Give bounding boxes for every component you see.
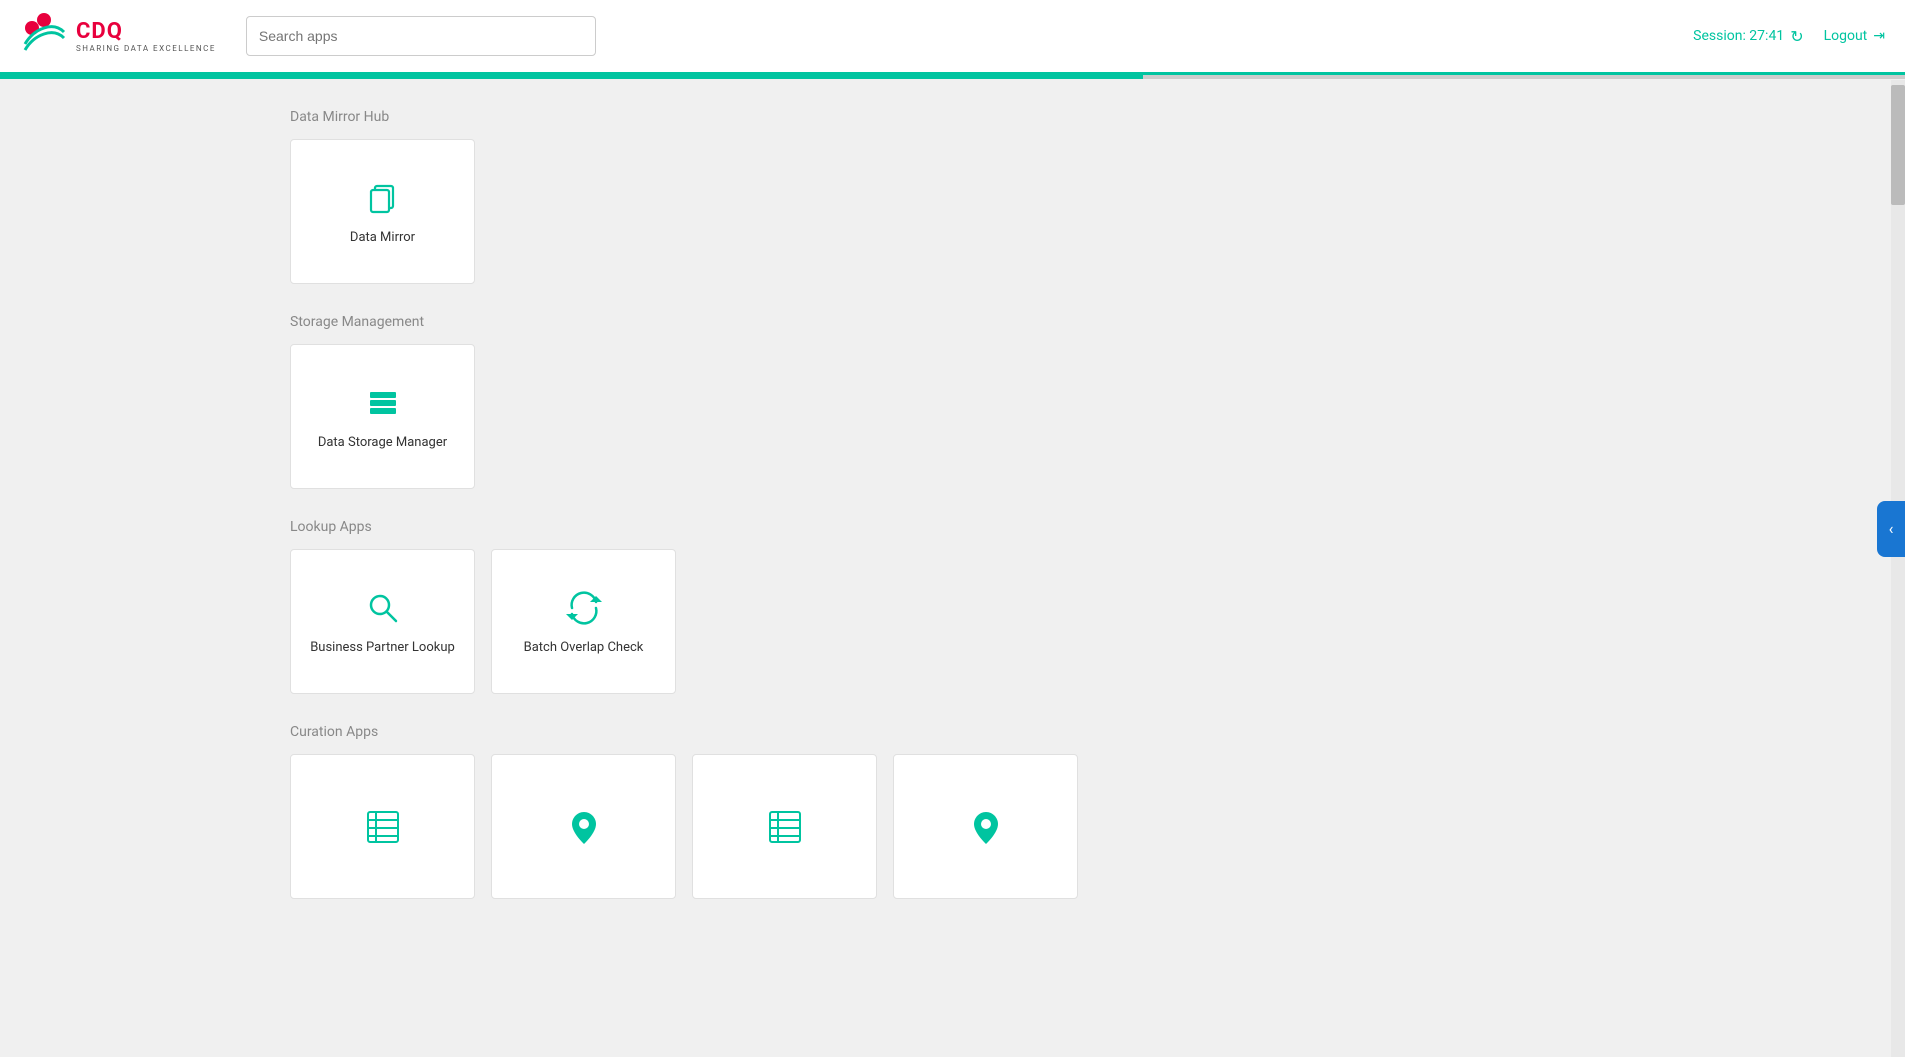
sidebar-toggle-button[interactable]: ‹ [1877,501,1905,557]
app-card-curation-app-3[interactable] [692,754,877,899]
app-header: CDQ SHARING DATA EXCELLENCE Session: 27:… [0,0,1905,75]
app-card-curation-app-4[interactable] [893,754,1078,899]
chevron-left-icon: ‹ [1889,519,1894,538]
search-input[interactable] [246,16,596,56]
logout-icon: ⇥ [1873,28,1885,44]
header-right: Session: 27:41 ↻ Logout ⇥ [1693,27,1885,46]
cards-row-curation-apps [290,754,1200,899]
top-accent-bar [0,75,1905,79]
location-icon [564,807,604,847]
logout-label: Logout [1824,28,1868,44]
app-card-business-partner-lookup[interactable]: Business Partner Lookup [290,549,475,694]
logo: CDQ SHARING DATA EXCELLENCE [20,12,216,60]
section-title-curation-apps: Curation Apps [290,724,1200,740]
main-content: Data Mirror Hub Data Mirror Storage Manag… [0,79,1200,959]
app-card-label-batch-overlap-check: Batch Overlap Check [524,640,644,655]
app-card-curation-app-2[interactable] [491,754,676,899]
logo-icon [20,12,68,60]
app-card-label-data-mirror: Data Mirror [350,230,415,245]
section-lookup-apps: Lookup Apps Business Partner Lookup Batc… [290,519,1200,694]
section-title-lookup-apps: Lookup Apps [290,519,1200,535]
refresh-icon[interactable]: ↻ [1790,27,1803,46]
section-data-mirror-hub: Data Mirror Hub Data Mirror [290,109,1200,284]
database-icon [363,383,403,423]
copy-icon [363,178,403,218]
app-card-data-storage-manager[interactable]: Data Storage Manager [290,344,475,489]
location-icon [966,807,1006,847]
session-info: Session: 27:41 ↻ [1693,27,1803,46]
scrollbar[interactable] [1891,80,1905,1057]
cards-row-data-mirror-hub: Data Mirror [290,139,1200,284]
search-icon [363,588,403,628]
section-title-storage-management: Storage Management [290,314,1200,330]
building-list-icon [363,807,403,847]
scroll-thumb [1891,85,1905,205]
app-card-batch-overlap-check[interactable]: Batch Overlap Check [491,549,676,694]
logo-text: CDQ SHARING DATA EXCELLENCE [76,19,216,53]
app-card-label-data-storage-manager: Data Storage Manager [318,435,447,450]
cards-row-lookup-apps: Business Partner Lookup Batch Overlap Ch… [290,549,1200,694]
section-title-data-mirror-hub: Data Mirror Hub [290,109,1200,125]
section-storage-management: Storage Management Data Storage Manager [290,314,1200,489]
building-list-icon [765,807,805,847]
sync-icon [564,588,604,628]
logout-button[interactable]: Logout ⇥ [1824,28,1885,44]
cards-row-storage-management: Data Storage Manager [290,344,1200,489]
section-curation-apps: Curation Apps [290,724,1200,899]
app-card-data-mirror[interactable]: Data Mirror [290,139,475,284]
app-card-label-business-partner-lookup: Business Partner Lookup [310,640,455,655]
session-label: Session: 27:41 [1693,28,1784,44]
logo-cdq-text: CDQ [76,19,216,44]
app-card-curation-app-1[interactable] [290,754,475,899]
logo-subtitle-text: SHARING DATA EXCELLENCE [76,44,216,53]
